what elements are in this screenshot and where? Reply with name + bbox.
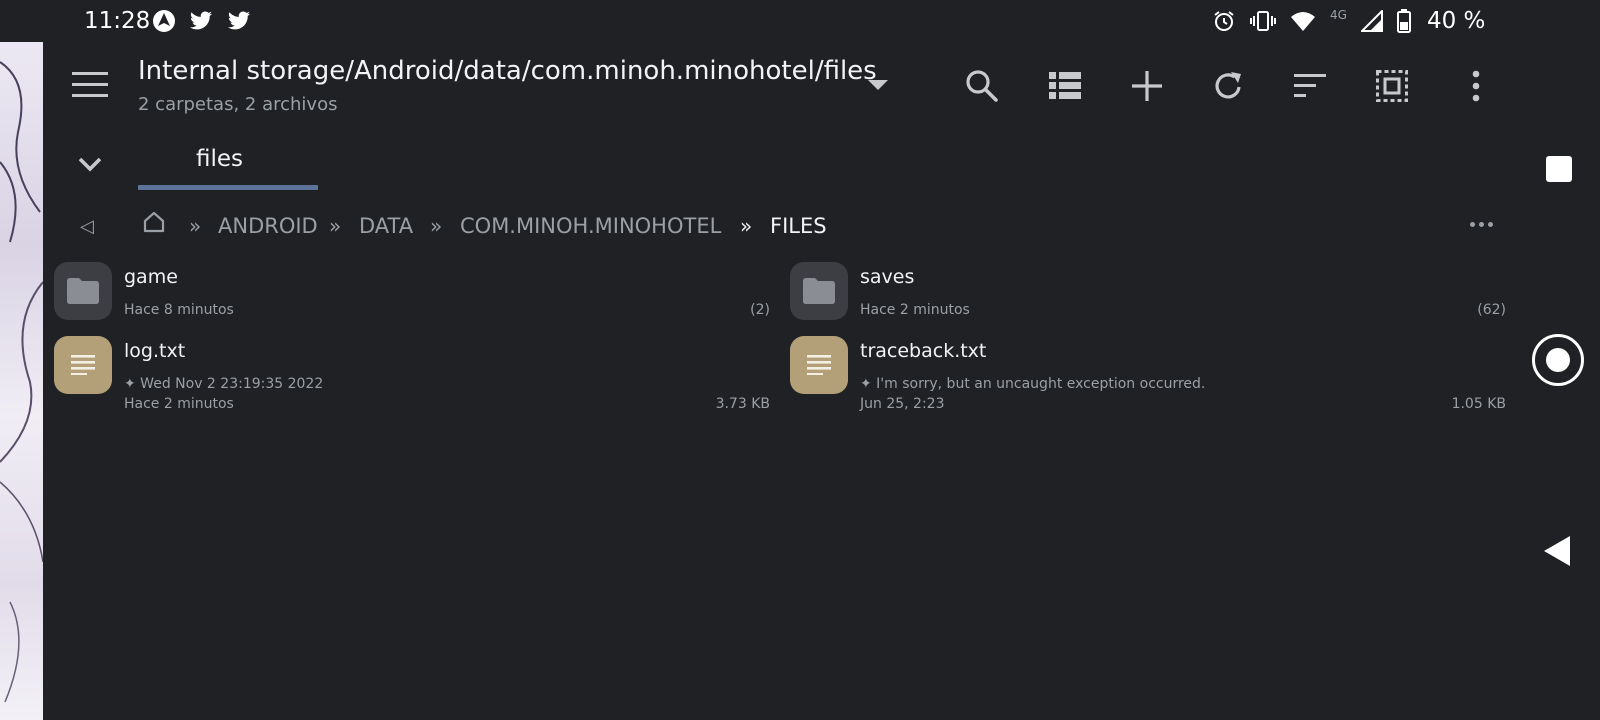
file-name: saves — [860, 266, 915, 288]
breadcrumb-more-button[interactable] — [1466, 214, 1496, 234]
file-name: game — [124, 266, 178, 288]
folder-icon — [67, 278, 99, 304]
dot — [1469, 221, 1475, 227]
alarm-icon — [1214, 11, 1234, 31]
refresh-button[interactable] — [1208, 66, 1248, 106]
refresh-icon — [1215, 72, 1241, 99]
menu-button[interactable] — [72, 72, 108, 98]
recents-button[interactable] — [1546, 156, 1572, 182]
breadcrumb-back-button[interactable]: ◁ — [80, 216, 94, 237]
breadcrumb-separator: » — [740, 214, 753, 238]
file-modified: Jun 25, 2:23 — [860, 396, 945, 412]
artwork-lines — [0, 61, 43, 703]
file-preview: ✦ Wed Nov 2 23:19:35 2022 — [124, 376, 324, 392]
breadcrumb-current[interactable]: FILES — [770, 214, 827, 244]
list-view-icon — [1049, 72, 1081, 99]
twitter-icon — [228, 11, 250, 30]
item-count: (62) — [1477, 302, 1506, 318]
signal-icon — [1360, 10, 1383, 32]
file-size: 1.05 KB — [1451, 396, 1506, 412]
vibrate-icon — [1250, 11, 1276, 31]
wifi-icon — [1291, 12, 1315, 31]
battery-icon — [1396, 9, 1411, 33]
menu-icon-bar — [72, 83, 108, 86]
breadcrumb-item[interactable]: DATA — [359, 214, 413, 244]
select-all-icon — [1376, 70, 1408, 102]
breadcrumb-item[interactable]: COM.MINOH.MINOHOTEL — [460, 214, 721, 244]
file-item-saves[interactable]: saves Hace 2 minutos (62) — [790, 262, 1506, 328]
search-icon — [966, 70, 998, 102]
tab-files[interactable]: files — [138, 140, 318, 190]
tab-label: files — [196, 146, 244, 172]
folder-tile — [54, 262, 112, 320]
collapse-tabs-button[interactable] — [76, 150, 104, 178]
add-button[interactable] — [1127, 66, 1167, 106]
file-modified: Hace 2 minutos — [860, 302, 970, 318]
dot — [1478, 221, 1484, 227]
battery-percent: 40 % — [1426, 8, 1486, 34]
file-item-log[interactable]: log.txt ✦ Wed Nov 2 23:19:35 2022 Hace 2… — [54, 336, 770, 416]
folder-summary: 2 carpetas, 2 archivos — [138, 94, 338, 115]
breadcrumb-item[interactable]: ANDROID — [218, 214, 318, 244]
select-all-button[interactable] — [1372, 66, 1412, 106]
background-artwork — [0, 42, 43, 720]
file-modified: Hace 2 minutos — [124, 396, 234, 412]
home-button[interactable] — [1532, 334, 1584, 386]
overflow-menu-button[interactable] — [1456, 66, 1496, 106]
file-item-traceback[interactable]: traceback.txt ✦ I'm sorry, but an uncaug… — [790, 336, 1506, 416]
file-size: 3.73 KB — [715, 396, 770, 412]
add-icon — [1132, 71, 1162, 101]
file-name: log.txt — [124, 340, 186, 362]
sort-button[interactable] — [1290, 66, 1330, 106]
menu-icon-bar — [72, 94, 108, 97]
status-time: 11:28 — [84, 8, 151, 34]
document-tile — [54, 336, 112, 394]
document-icon — [71, 355, 95, 375]
notification-icons — [152, 9, 252, 33]
navigation-icon — [153, 10, 175, 32]
sort-icon — [1294, 74, 1326, 97]
system-status-icons: 4G 40 % — [1212, 8, 1485, 34]
item-count: (2) — [750, 302, 770, 318]
breadcrumb-separator: » — [189, 214, 202, 238]
status-bar: 11:28 4G 40 % — [0, 0, 1600, 42]
more-vert-icon — [1472, 70, 1480, 102]
folder-tile — [790, 262, 848, 320]
search-button[interactable] — [962, 66, 1002, 106]
back-button[interactable] — [1544, 536, 1570, 566]
folder-icon — [803, 278, 835, 304]
document-tile — [790, 336, 848, 394]
path-dropdown-icon[interactable] — [868, 80, 888, 90]
document-icon — [807, 355, 831, 375]
home-icon — [143, 211, 165, 233]
dot — [1487, 221, 1493, 227]
breadcrumb-separator: » — [329, 214, 342, 238]
view-mode-button[interactable] — [1045, 66, 1085, 106]
active-tab-indicator — [138, 185, 318, 190]
menu-icon-bar — [72, 72, 108, 75]
breadcrumb-home[interactable] — [143, 210, 165, 238]
network-type: 4G — [1330, 8, 1347, 22]
current-path-title[interactable]: Internal storage/Android/data/com.minoh.… — [138, 56, 877, 86]
file-modified: Hace 8 minutos — [124, 302, 234, 318]
twitter-icon — [190, 11, 212, 30]
file-item-game[interactable]: game Hace 8 minutos (2) — [54, 262, 770, 328]
chevron-down-icon — [78, 157, 102, 172]
breadcrumb-separator: » — [430, 214, 443, 238]
file-name: traceback.txt — [860, 340, 987, 362]
file-preview: ✦ I'm sorry, but an uncaught exception o… — [860, 376, 1206, 392]
